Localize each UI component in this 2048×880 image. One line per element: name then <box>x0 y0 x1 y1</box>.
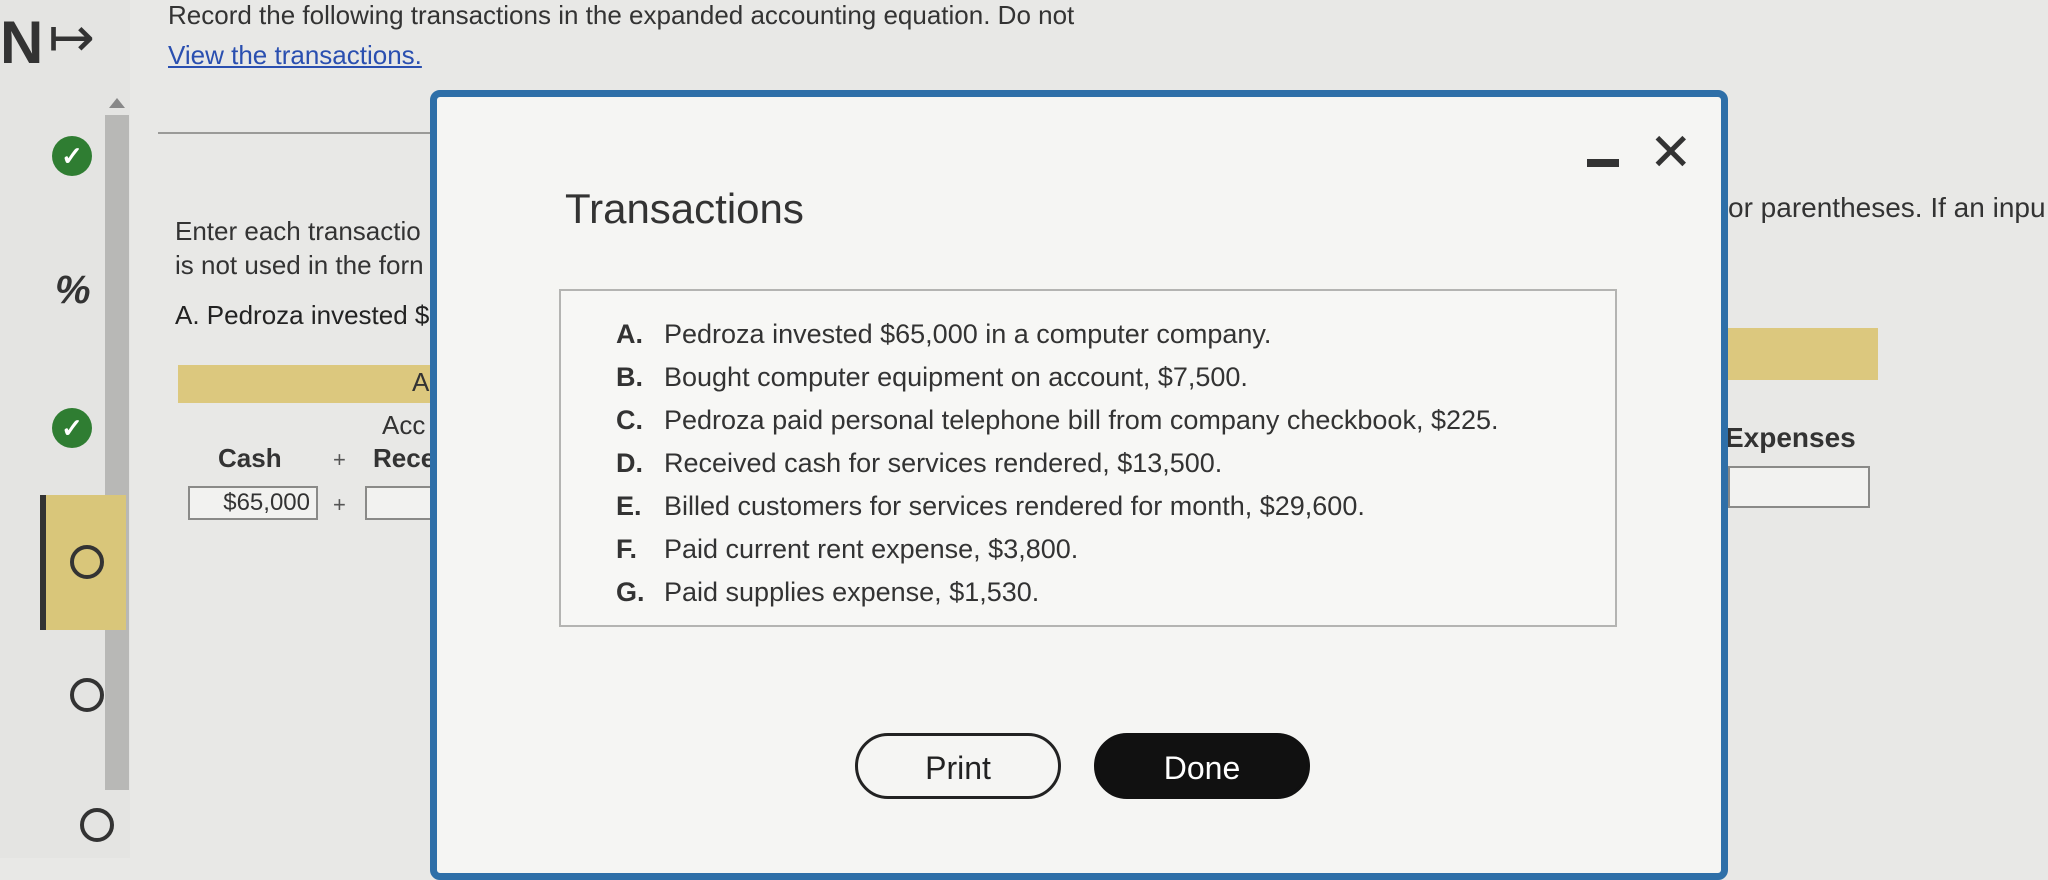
expand-icon[interactable]: ↦ <box>48 4 95 70</box>
transaction-text: Pedroza invested $65,000 in a computer c… <box>664 319 1272 349</box>
plus-sign: + <box>333 447 346 472</box>
transaction-letter: C. <box>616 405 643 435</box>
list-item: F. Paid current rent expense, $3,800. <box>616 534 1499 577</box>
question-incomplete-circle-icon[interactable] <box>70 678 104 712</box>
instruction-line: is not used in the forn <box>175 250 424 280</box>
transaction-letter: F. <box>616 534 638 564</box>
list-item: G. Paid supplies expense, $1,530. <box>616 577 1499 620</box>
accounts-receivable-input[interactable] <box>365 486 435 520</box>
question-incomplete-circle-icon[interactable] <box>70 545 104 579</box>
question-complete-check-icon[interactable]: ✓ <box>52 408 92 448</box>
transaction-text: Bought computer equipment on account, $7… <box>664 362 1248 392</box>
transaction-letter: E. <box>616 491 642 521</box>
transactions-list-box: A. Pedroza invested $65,000 in a computer… <box>559 289 1617 627</box>
accounts-receivable-header: Acc <box>382 410 426 440</box>
accounts-receivable-header: Rece <box>373 443 436 473</box>
equation-header-band <box>178 365 433 403</box>
transaction-text: Pedroza paid personal telephone bill fro… <box>664 405 1499 435</box>
logo: N <box>0 9 44 76</box>
expenses-header: Expenses <box>1725 422 1856 453</box>
transaction-text: Paid current rent expense, $3,800. <box>664 534 1079 564</box>
transaction-letter: B. <box>616 362 643 392</box>
transactions-list: A. Pedroza invested $65,000 in a computer… <box>616 319 1499 620</box>
rail-scrollbar[interactable] <box>105 115 129 790</box>
transaction-letter: G. <box>616 577 645 607</box>
question-incomplete-circle-icon[interactable] <box>80 808 114 842</box>
instruction-line-right: or parentheses. If an inpu <box>1728 192 2046 223</box>
list-item: E. Billed customers for services rendered… <box>616 491 1499 534</box>
close-icon[interactable]: ✕ <box>1649 127 1693 179</box>
list-item: D. Received cash for services rendered, $… <box>616 448 1499 491</box>
expenses-input[interactable] <box>1728 466 1870 508</box>
view-transactions-link[interactable]: View the transactions. <box>168 40 422 71</box>
question-text: Record the following transactions in the… <box>168 0 1075 30</box>
equation-header-band-right <box>1728 328 1878 380</box>
percent-icon[interactable]: % <box>55 268 91 313</box>
done-button[interactable]: Done <box>1094 733 1310 799</box>
transactions-dialog: Transactions ✕ A. Pedroza invested $65,00… <box>430 90 1728 880</box>
transaction-text: Paid supplies expense, $1,530. <box>664 577 1040 607</box>
list-item: A. Pedroza invested $65,000 in a computer… <box>616 319 1499 362</box>
list-item: B. Bought computer equipment on account, … <box>616 362 1499 405</box>
transaction-text: Received cash for services rendered, $13… <box>664 448 1223 478</box>
question-complete-check-icon[interactable]: ✓ <box>52 136 92 176</box>
cash-input[interactable]: $65,000 <box>188 486 318 520</box>
cash-header: Cash <box>218 443 282 473</box>
transaction-letter: D. <box>616 448 643 478</box>
instruction-line: Enter each transactio <box>175 216 421 246</box>
plus-sign: + <box>333 492 346 517</box>
minimize-icon[interactable] <box>1587 159 1619 167</box>
divider <box>158 132 438 134</box>
list-item: C. Pedroza paid personal telephone bill f… <box>616 405 1499 448</box>
print-button[interactable]: Print <box>855 733 1061 799</box>
transaction-text: Billed customers for services rendered f… <box>664 491 1365 521</box>
transaction-letter: A. <box>616 319 643 349</box>
assets-header: A <box>412 367 430 397</box>
active-question-marker <box>40 495 46 630</box>
transaction-a-prompt: A. Pedroza invested $ <box>175 300 430 330</box>
scroll-up-icon[interactable] <box>109 98 125 108</box>
dialog-title: Transactions <box>565 185 804 232</box>
